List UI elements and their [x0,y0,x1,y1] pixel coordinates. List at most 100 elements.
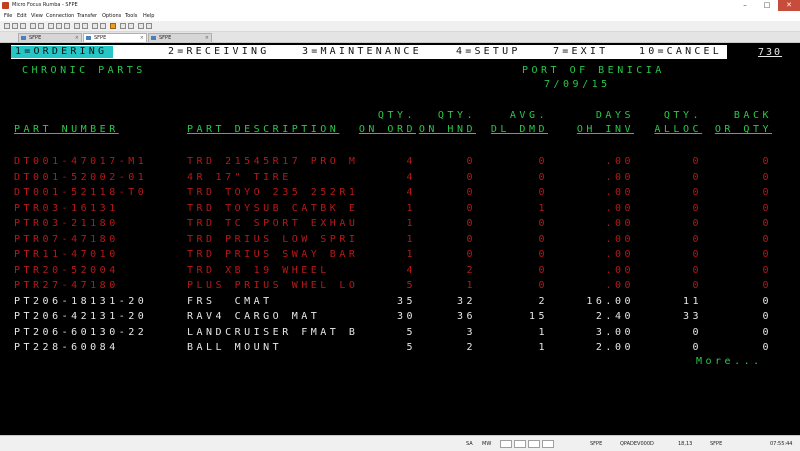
toolbar [0,21,800,32]
status-bar: SA MW SFPE QPADEV000D 18,13 SFPE 07:55:4… [0,435,800,451]
cell-alloc: 0 [692,218,702,229]
fkey-maintenance[interactable]: 3=MAINTENANCE [302,46,422,58]
transfer-icon[interactable] [92,23,98,29]
cell-days: 2.40 [595,311,634,322]
menu-bar: File Edit View Connection Transfer Optio… [0,11,800,21]
cell-days: .00 [605,171,634,183]
col-qty-alloc-line1: QTY. [663,110,702,121]
open-icon[interactable] [12,23,18,29]
record-icon[interactable] [110,23,116,29]
cell-on-ord: 4 [406,187,416,198]
cell-desc: TRD TOYSUB CATBK E [187,202,359,214]
cell-alloc: 0 [692,233,702,245]
cell-back: 0 [762,171,772,183]
cell-back: 0 [762,264,772,276]
paste-icon[interactable] [64,23,70,29]
cell-part: DT001-52002-01 [14,171,148,183]
disconnect-icon[interactable] [38,23,44,29]
cell-on-ord: 1 [406,249,416,260]
col-days-oh-inv-line1: DAYS [595,110,634,121]
menu-transfer[interactable]: Transfer [77,13,97,19]
cell-desc: TRD XB 19 WHEEL [187,264,330,276]
cell-desc: TRD TOYO 235 252R1 [187,187,359,198]
menu-tools[interactable]: Tools [125,13,137,19]
cell-on-ord: 4 [406,156,416,167]
tab-close-icon[interactable]: × [205,34,209,42]
menu-edit[interactable]: Edit [17,13,27,19]
connect-icon[interactable] [30,23,36,29]
col-qty-alloc: ALLOC [654,124,702,135]
cell-back: 0 [762,311,772,322]
tab-label: SFPE [159,35,172,41]
cell-part: PTR11-47010 [14,249,119,260]
tab-label: SFPE [29,35,42,41]
fkey-receiving[interactable]: 2=RECEIVING [168,46,269,58]
copy-icon[interactable] [56,23,62,29]
menu-help[interactable]: Help [143,13,154,19]
cell-back: 0 [762,326,772,338]
save-icon[interactable] [20,23,26,29]
tab-close-icon[interactable]: × [75,34,79,42]
cell-dmd: 0 [538,233,548,245]
cell-dmd: 2 [538,295,548,307]
cell-days: .00 [605,187,634,198]
tab-label: SFPE [94,35,107,41]
cell-days: .00 [605,202,634,214]
tab-sfpe-1[interactable]: SFPE × [18,33,82,42]
cell-dmd: 0 [538,156,548,167]
cell-back: 0 [762,156,772,167]
status-cursor-position: 18,13 [678,441,693,447]
menu-view[interactable]: View [31,13,43,19]
cell-on-hnd: 1 [466,280,476,291]
menu-options[interactable]: Options [102,13,121,19]
col-back-or-qty-line1: BACK [733,110,772,121]
print-icon[interactable] [74,23,80,29]
print-preview-icon[interactable] [82,23,88,29]
cell-desc: PLUS PRIUS WHEL LO [187,280,359,291]
fkey-cancel[interactable]: 10=CANCEL [639,46,722,58]
macro-icon[interactable] [100,23,106,29]
cell-on-hnd: 0 [466,218,476,229]
display-icon[interactable] [128,23,134,29]
cell-back: 0 [762,233,772,245]
close-icon[interactable]: ✕ [778,0,800,11]
cell-alloc: 33 [682,311,702,322]
cell-days: .00 [605,280,634,291]
tab-sfpe-3[interactable]: SFPE × [148,33,212,42]
cell-on-ord: 5 [406,326,416,338]
menu-connection[interactable]: Connection [46,13,74,19]
fkey-exit[interactable]: 7=EXIT [553,46,608,58]
keyboard-icon[interactable] [120,23,126,29]
cell-part: PTR20-52004 [14,264,119,276]
cut-icon[interactable] [48,23,54,29]
fkey-ordering[interactable]: 1=ORDERING [11,46,114,58]
col-avg-dl-dmd-line1: AVG. [509,110,548,121]
tab-sfpe-2[interactable]: SFPE × [83,33,147,42]
cell-on-ord: 1 [406,233,416,245]
tab-close-icon[interactable]: × [140,34,144,42]
new-session-icon[interactable] [4,23,10,29]
menu-file[interactable]: File [4,13,12,19]
cell-on-hnd: 2 [466,264,476,276]
report-title: CHRONIC PARTS [22,65,146,76]
cell-days: 3.00 [595,326,634,338]
col-qty-on-ord-line1: QTY. [377,110,416,121]
cell-alloc: 0 [692,326,702,338]
cell-desc: TRD PRIUS LOW SPRI [187,233,359,245]
maximize-icon[interactable]: □ [756,0,778,11]
settings-icon[interactable] [138,23,144,29]
cell-on-ord: 1 [406,218,416,229]
cell-dmd: 0 [538,249,548,260]
terminal-screen[interactable]: 1=ORDERING 2=RECEIVING 3=MAINTENANCE 4=S… [0,43,800,435]
cell-on-ord: 5 [406,342,416,353]
fkey-setup[interactable]: 4=SETUP [456,46,521,58]
cell-dmd: 15 [528,311,548,322]
title-bar: Micro Focus Rumba - SFPE – □ ✕ [0,0,800,11]
cell-back: 0 [762,202,772,214]
cell-days: .00 [605,233,634,245]
help-icon[interactable] [146,23,152,29]
cell-alloc: 0 [692,202,702,214]
minimize-icon[interactable]: – [734,0,756,11]
cell-days: 2.00 [595,342,634,353]
cell-days: .00 [605,218,634,229]
